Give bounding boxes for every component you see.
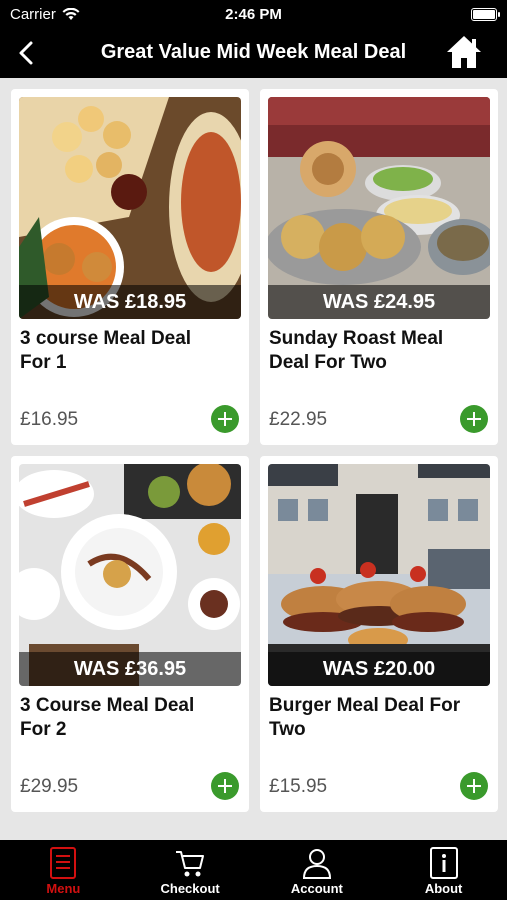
was-price: WAS £24.95 — [268, 285, 490, 319]
page-title: Great Value Mid Week Meal Deal — [100, 41, 407, 63]
tab-label: Account — [290, 881, 343, 896]
tab-menu[interactable]: Menu — [0, 840, 127, 900]
deal-card[interactable]: WAS £18.95 3 course Meal Deal For 1 £16.… — [11, 89, 249, 445]
add-to-cart-button[interactable] — [211, 772, 239, 800]
was-price: WAS £36.95 — [19, 652, 241, 686]
deal-name: 3 Course Meal Deal For 2 — [20, 695, 195, 740]
deal-card[interactable]: WAS £24.95 Sunday Roast Meal Deal For Tw… — [260, 89, 498, 445]
tab-checkout[interactable]: Checkout — [127, 840, 254, 900]
deal-image: WAS £20.00 — [268, 464, 490, 686]
clock: 2:46 PM — [225, 6, 282, 23]
deal-image: WAS £24.95 — [268, 97, 490, 319]
was-price: WAS £18.95 — [19, 285, 241, 319]
battery-icon — [471, 8, 500, 21]
menu-book-icon — [50, 847, 77, 879]
info-icon — [429, 847, 458, 879]
add-to-cart-button[interactable] — [460, 405, 488, 433]
was-price: WAS £20.00 — [268, 652, 490, 686]
deal-price: £16.95 — [20, 409, 79, 430]
tab-label: Menu — [46, 881, 81, 896]
add-to-cart-button[interactable] — [460, 772, 488, 800]
deal-price: £15.95 — [269, 776, 328, 797]
tab-bar: Menu Checkout Account About — [0, 840, 507, 900]
deal-card[interactable]: WAS £36.95 3 Course Meal Deal For 2 £29.… — [11, 456, 249, 812]
deal-card[interactable]: WAS £20.00 Burger Meal Deal For Two £15.… — [260, 456, 498, 812]
deal-price: £29.95 — [20, 776, 79, 797]
deal-name: 3 course Meal Deal For 1 — [20, 328, 192, 373]
user-icon — [302, 849, 331, 879]
tab-label: Checkout — [160, 881, 220, 896]
home-icon[interactable] — [445, 34, 483, 70]
deal-image: WAS £18.95 — [19, 97, 241, 319]
status-bar: Carrier 2:46 PM — [0, 0, 507, 28]
tab-label: About — [424, 881, 463, 896]
chevron-left-icon[interactable] — [12, 38, 42, 68]
tab-about[interactable]: About — [380, 840, 507, 900]
add-to-cart-button[interactable] — [211, 405, 239, 433]
deal-name: Sunday Roast Meal Deal For Two — [269, 328, 444, 373]
cart-icon — [176, 851, 205, 877]
deal-image: WAS £36.95 — [19, 464, 241, 686]
deal-price: £22.95 — [269, 409, 328, 430]
nav-bar: Great Value Mid Week Meal Deal — [0, 28, 507, 78]
deal-name: Burger Meal Deal For Two — [269, 695, 461, 740]
tab-account[interactable]: Account — [254, 840, 381, 900]
